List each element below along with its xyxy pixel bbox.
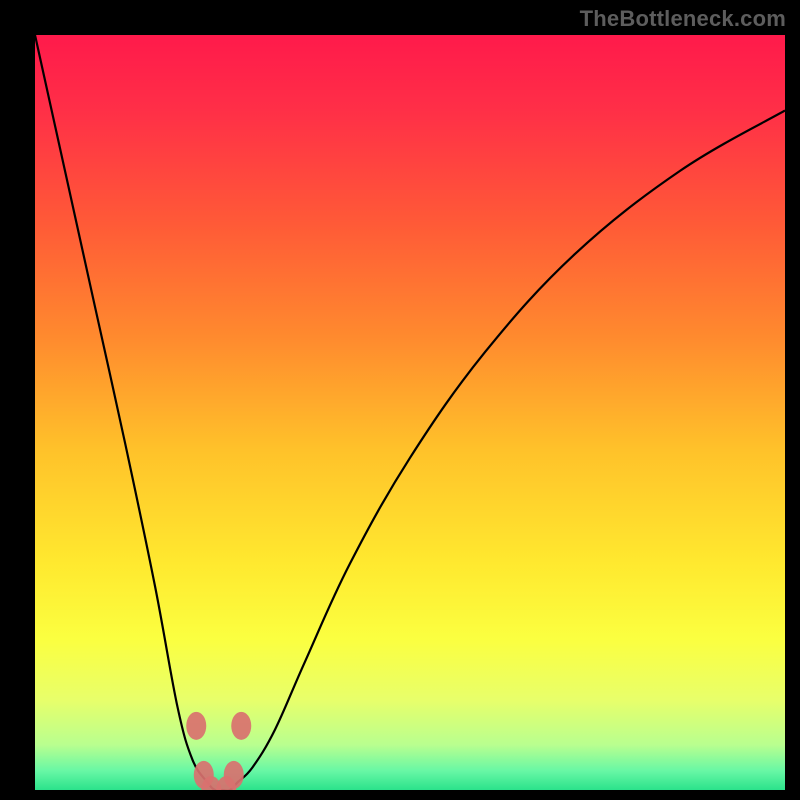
curve-marker bbox=[231, 712, 251, 740]
curve-marker bbox=[186, 712, 206, 740]
bottleneck-curve bbox=[35, 35, 785, 790]
chart-stage: TheBottleneck.com bbox=[0, 0, 800, 800]
curve-markers bbox=[186, 712, 251, 790]
watermark-text: TheBottleneck.com bbox=[580, 6, 786, 32]
curve-layer bbox=[35, 35, 785, 790]
plot-area bbox=[35, 35, 785, 790]
